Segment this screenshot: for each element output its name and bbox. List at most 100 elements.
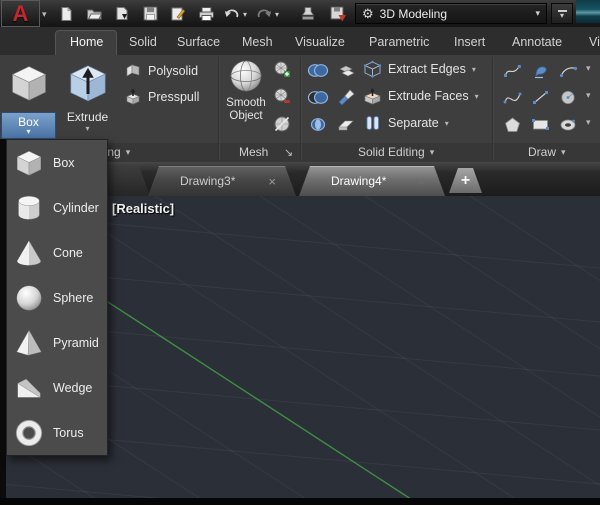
donut-button[interactable] [556, 112, 580, 136]
new-file-button[interactable] [54, 3, 78, 24]
menu-item-cylinder[interactable]: Cylinder [7, 185, 107, 230]
box-icon [14, 148, 44, 178]
print-button[interactable] [194, 3, 218, 24]
line-icon [531, 89, 550, 106]
solid-editing-panel-label[interactable]: Solid Editing ▾ [358, 145, 434, 159]
open-button[interactable] [82, 3, 106, 24]
save-to-web-button[interactable] [326, 3, 350, 24]
extrude-button[interactable]: Extrude ▾ [60, 57, 115, 141]
new-drawing-tab-button[interactable]: + [449, 168, 482, 193]
box-icon [8, 62, 50, 104]
rectangle-button[interactable] [528, 112, 552, 136]
print-icon [198, 6, 215, 22]
presspull-icon [124, 88, 142, 106]
document-tab-drawing4[interactable]: Drawing4* × [299, 166, 445, 196]
sphere-icon [14, 283, 44, 313]
ribbon-tab-visualize[interactable]: Visualize [295, 35, 345, 49]
copy-faces-button[interactable] [334, 58, 358, 82]
undo-button[interactable] [222, 3, 242, 24]
extrude-faces-button[interactable]: Extrude Faces ▾ [360, 85, 482, 107]
toolbar-overflow-button[interactable]: ▾ [551, 3, 573, 24]
ribbon-tab-mesh[interactable]: Mesh [242, 35, 273, 49]
ribbon-tab-parametric[interactable]: Parametric [369, 35, 429, 49]
polyline-button[interactable] [500, 58, 524, 82]
undo-caret-icon[interactable]: ▾ [243, 10, 247, 19]
save-button[interactable] [138, 3, 162, 24]
autocad-logo: A [13, 1, 29, 27]
menu-item-sphere[interactable]: Sphere [7, 275, 107, 320]
separate-button[interactable]: Separate ▾ [360, 112, 452, 134]
union-button[interactable] [306, 58, 330, 82]
menu-item-cone[interactable]: Cone [7, 230, 107, 275]
workspace-caret-icon: ▾ [535, 8, 540, 19]
visual-style-control[interactable]: [Realistic] [112, 201, 174, 216]
ribbon-tab-view[interactable]: View [589, 35, 600, 49]
spline-icon [503, 89, 522, 106]
faces-icon [336, 61, 356, 79]
polygon-icon [503, 116, 522, 133]
circle-flyout-caret-icon[interactable]: ▾ [586, 90, 591, 101]
mesh-unsmooth-button[interactable] [270, 112, 294, 136]
modeling-panel-caret-icon: ▾ [126, 147, 131, 158]
redo-caret-icon[interactable]: ▾ [275, 10, 279, 19]
mesh-smooth-less-button[interactable] [270, 85, 294, 109]
close-tab-icon[interactable]: × [268, 175, 276, 188]
polyline-icon [503, 62, 522, 79]
ribbon-tab-surface[interactable]: Surface [177, 35, 220, 49]
spline-button[interactable] [500, 85, 524, 109]
application-menu-caret-icon[interactable]: ▾ [42, 9, 47, 20]
extrude-icon [66, 61, 110, 105]
line-button[interactable] [528, 85, 552, 109]
polygon-button[interactable] [500, 112, 524, 136]
ribbon-tab-home[interactable]: Home [70, 35, 103, 49]
menu-item-wedge[interactable]: Wedge [7, 365, 107, 410]
arc-flyout-caret-icon[interactable]: ▾ [586, 63, 591, 74]
separate-icon [363, 114, 382, 132]
open-folder-icon [86, 6, 103, 22]
close-tab-icon[interactable]: × [417, 175, 425, 188]
donut-flyout-caret-icon[interactable]: ▾ [586, 117, 591, 128]
save-as-button[interactable] [110, 3, 134, 24]
application-menu-button[interactable]: A [1, 0, 40, 27]
mesh-refine-button[interactable] [270, 58, 294, 82]
smooth-object-button[interactable]: Smooth Object [222, 57, 270, 141]
mesh-dialog-launcher-icon[interactable]: ↘ [284, 146, 293, 159]
plot-stamp-button[interactable] [296, 3, 320, 24]
panel-separator [300, 57, 302, 160]
box-split-button-open[interactable]: Box ▾ [1, 112, 56, 139]
smooth-object-icon [226, 57, 266, 97]
polysolid-button[interactable]: Polysolid [121, 60, 201, 82]
menu-item-box[interactable]: Box [7, 140, 107, 185]
document-tab-label: Drawing4* [331, 174, 386, 188]
mesh-panel-label[interactable]: Mesh [239, 145, 268, 159]
edit-plot-icon [170, 6, 186, 22]
ribbon-tab-annotate[interactable]: Annotate [512, 35, 562, 49]
clean-button[interactable] [334, 112, 358, 136]
titlebar: A ▾ ▾ ▾ [0, 0, 600, 27]
pyramid-icon [14, 328, 44, 358]
intersect-button[interactable] [306, 112, 330, 136]
workspace-switcher[interactable]: ⚙ 3D Modeling ▾ [355, 3, 547, 24]
extrude-button-label: Extrude [67, 110, 108, 124]
presspull-button[interactable]: Presspull [121, 86, 202, 108]
mesh-less-icon [273, 88, 291, 106]
circle-button[interactable] [556, 85, 580, 109]
freehand-sketch-button[interactable] [528, 58, 552, 82]
edit-plot-button[interactable] [166, 3, 190, 24]
extract-edges-icon [363, 60, 382, 78]
sketch-tool-icon [531, 62, 550, 79]
menu-item-pyramid[interactable]: Pyramid [7, 320, 107, 365]
extract-edges-button[interactable]: Extract Edges ▾ [360, 58, 479, 80]
ribbon-tab-insert[interactable]: Insert [454, 35, 485, 49]
menu-item-torus[interactable]: Torus [7, 410, 107, 455]
rectangle-icon [531, 116, 550, 133]
document-tab-drawing3[interactable]: Drawing3* × [148, 166, 296, 196]
redo-button[interactable] [254, 3, 274, 24]
gear-icon: ⚙ [362, 7, 374, 20]
undo-icon [224, 6, 240, 21]
draw-panel-label[interactable]: Draw ▾ [528, 145, 566, 159]
arc-button[interactable] [556, 58, 580, 82]
ribbon-tab-solid[interactable]: Solid [129, 35, 157, 49]
fillet-edge-button[interactable] [334, 85, 358, 109]
subtract-button[interactable] [306, 85, 330, 109]
